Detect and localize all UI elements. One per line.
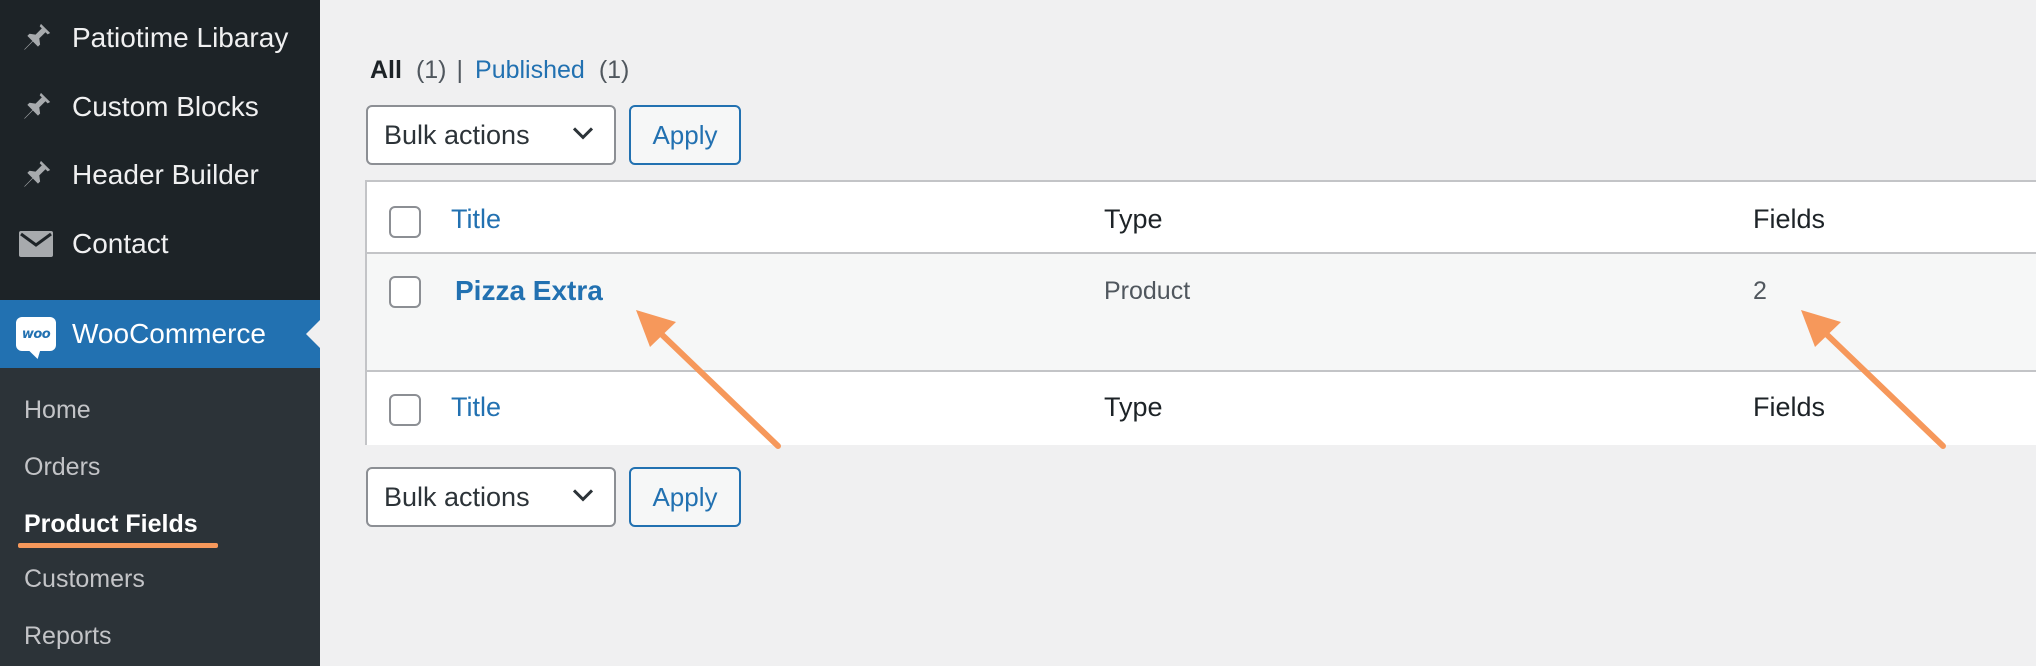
pin-icon <box>0 21 72 55</box>
filter-all-count: (1) <box>415 56 447 84</box>
row-fields-count: 2 <box>1753 277 1767 305</box>
sidebar-item-custom-blocks[interactable]: Custom Blocks <box>0 73 320 141</box>
status-filters: All (1) | Published (1) <box>370 56 629 85</box>
column-title-header[interactable]: Title <box>451 206 501 233</box>
pin-icon <box>0 158 72 192</box>
woocommerce-logo: woo <box>16 317 56 351</box>
sidebar-item-label: Header Builder <box>72 159 259 190</box>
bulk-actions-select-top[interactable]: Bulk actions <box>366 105 616 165</box>
envelope-icon <box>0 231 72 257</box>
sidebar-item-label: Contact <box>72 228 169 259</box>
row-title-link[interactable]: Pizza Extra <box>455 277 603 305</box>
pin-icon <box>0 90 72 124</box>
chevron-down-icon <box>572 478 594 509</box>
sidebar-item-label: Patiotime Libaray <box>72 22 289 53</box>
column-fields-header: Fields <box>1753 204 1826 234</box>
submenu-item-orders[interactable]: Orders <box>24 455 100 480</box>
filter-published-count: (1) <box>598 56 630 84</box>
active-indicator <box>306 320 320 348</box>
apply-button-top[interactable]: Apply <box>629 105 741 165</box>
apply-button-bottom[interactable]: Apply <box>629 467 741 527</box>
submenu-item-product-fields[interactable]: Product Fields <box>24 512 198 537</box>
sidebar-item-label: WooCommerce <box>72 318 266 349</box>
select-all-checkbox-bottom[interactable] <box>389 394 421 426</box>
column-type-footer: Type <box>1104 392 1163 422</box>
admin-sidebar: Patiotime Libaray Custom Blocks Header B… <box>0 0 320 666</box>
sidebar-item-header-builder[interactable]: Header Builder <box>0 141 320 209</box>
bulk-actions-label: Bulk actions <box>384 481 530 512</box>
column-fields-footer: Fields <box>1753 392 1826 422</box>
chevron-down-icon <box>572 116 594 147</box>
filter-published[interactable]: Published <box>475 56 585 85</box>
filter-all[interactable]: All <box>370 56 402 85</box>
submenu-item-home[interactable]: Home <box>24 398 91 423</box>
table-header-row: Title Type Fields <box>367 182 2036 254</box>
submenu-item-reports[interactable]: Reports <box>24 624 112 649</box>
table-row: Pizza Extra Product 2 <box>367 254 2036 372</box>
submenu-item-customers[interactable]: Customers <box>24 567 145 592</box>
sidebar-item-woocommerce[interactable]: woo WooCommerce <box>0 300 320 368</box>
column-type-header: Type <box>1104 204 1163 234</box>
sidebar-item-patiotime-library[interactable]: Patiotime Libaray <box>0 4 320 72</box>
annotation-underline <box>18 543 218 548</box>
column-title-footer[interactable]: Title <box>451 394 501 421</box>
row-checkbox[interactable] <box>389 276 421 308</box>
row-type: Product <box>1104 277 1191 305</box>
fields-table: Title Type Fields Pizza Extra Product 2 … <box>365 180 2036 445</box>
table-footer-row: Title Type Fields <box>367 372 2036 445</box>
select-all-checkbox[interactable] <box>389 206 421 238</box>
bulk-actions-select-bottom[interactable]: Bulk actions <box>366 467 616 527</box>
bulk-actions-label: Bulk actions <box>384 119 530 150</box>
sidebar-item-label: Custom Blocks <box>72 91 259 122</box>
filter-separator: | <box>456 56 464 84</box>
woocommerce-icon: woo <box>0 317 72 351</box>
sidebar-item-contact[interactable]: Contact <box>0 210 320 278</box>
